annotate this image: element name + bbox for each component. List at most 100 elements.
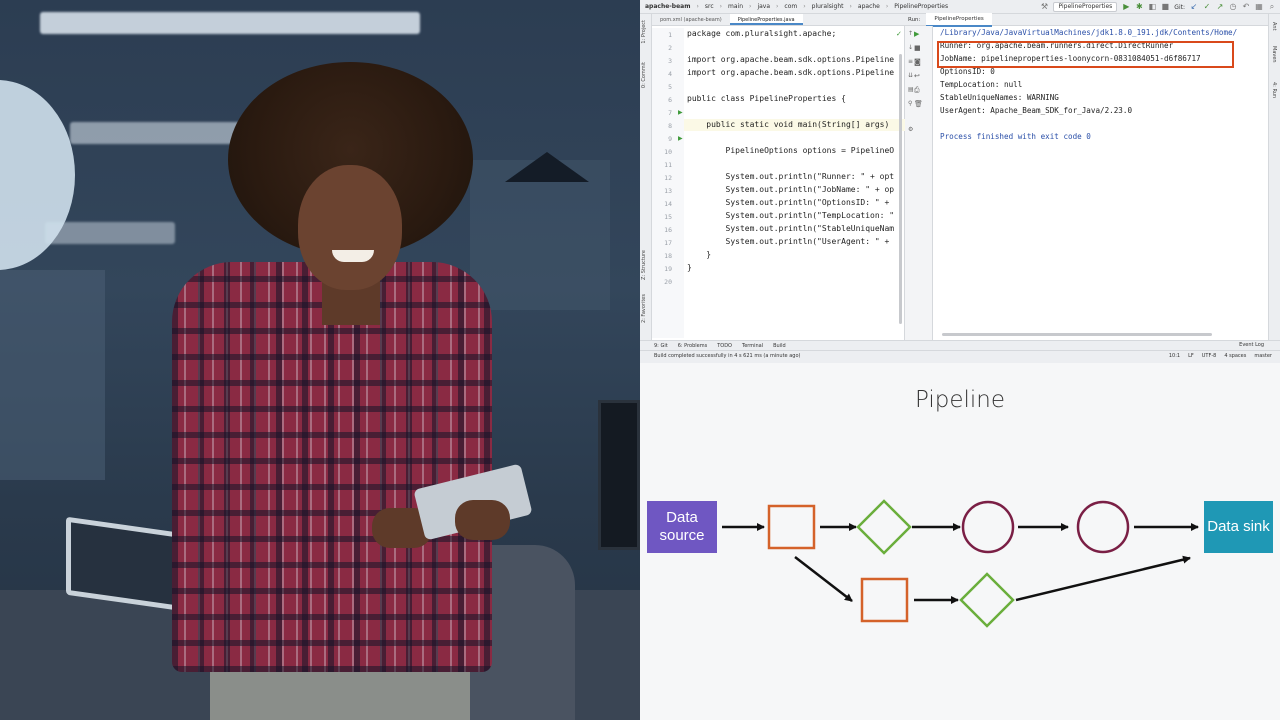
tab-todo[interactable]: TODO: [717, 343, 732, 349]
rerun-icon[interactable]: ▶: [914, 30, 919, 38]
code-line[interactable]: System.out.println("UserAgent: " +: [687, 237, 894, 246]
code-line[interactable]: System.out.println("TempLocation: ": [687, 211, 895, 220]
search-icon[interactable]: ⌕: [1268, 3, 1276, 11]
favorites-tool-tab[interactable]: 2: Favorites: [641, 294, 647, 323]
hand: [455, 500, 510, 540]
hammer-icon[interactable]: ⚒: [1040, 3, 1048, 11]
maven-tool-tab[interactable]: Maven: [1271, 46, 1277, 63]
debug-icon[interactable]: ✱: [1135, 3, 1143, 11]
run-gutter-icon[interactable]: ▶: [678, 109, 683, 116]
run-config-select[interactable]: PipelineProperties: [1053, 2, 1118, 12]
editor-scrollbar[interactable]: [899, 54, 902, 324]
filter-icon[interactable]: ≡: [908, 58, 913, 65]
tab-pom-xml[interactable]: pom.xml (apache-beam): [652, 14, 730, 25]
code-line[interactable]: public class PipelineProperties {: [687, 94, 846, 103]
face: [298, 165, 402, 290]
tab-build[interactable]: Build: [773, 343, 786, 349]
stop-icon[interactable]: ■: [914, 44, 921, 52]
breadcrumb-com[interactable]: com: [784, 3, 797, 10]
highlight-box: [937, 41, 1234, 68]
status-indicators: 10:1 LF UTF-8 4 spaces master: [1169, 353, 1272, 359]
console-line: TempLocation: null: [940, 80, 1023, 89]
commit-tool-tab[interactable]: 0: Commit: [641, 62, 647, 88]
code-area[interactable]: package com.pluralsight.apache; import or…: [687, 28, 902, 338]
git-push-icon[interactable]: ↗: [1216, 3, 1224, 11]
stop-icon[interactable]: ■: [1161, 3, 1170, 11]
file-encoding[interactable]: UTF-8: [1202, 353, 1217, 359]
coverage-icon[interactable]: ◧: [1148, 3, 1157, 11]
console-line: OptionsID: 0: [940, 67, 995, 76]
line-number: 13: [664, 187, 672, 195]
git-commit-icon[interactable]: ✓: [1203, 3, 1211, 11]
line-number: 19: [664, 265, 672, 273]
breadcrumb-main[interactable]: main: [728, 3, 743, 10]
console-line: StableUniqueNames: WARNING: [940, 93, 1059, 102]
chevron-right-icon: ›: [719, 3, 723, 10]
code-line[interactable]: package com.pluralsight.apache;: [687, 29, 836, 38]
git-update-icon[interactable]: ↙: [1190, 3, 1198, 11]
code-line[interactable]: System.out.println("StableUniqueNam: [687, 224, 895, 233]
breadcrumb-src[interactable]: src: [705, 3, 714, 10]
breadcrumb-project[interactable]: apache-beam: [645, 3, 690, 10]
arrow-up-icon[interactable]: ↑: [908, 30, 913, 37]
console-scrollbar[interactable]: [942, 333, 1212, 336]
code-line[interactable]: System.out.println("JobName: " + op: [687, 185, 895, 194]
console-output[interactable]: /Library/Java/JavaVirtualMachines/jdk1.8…: [940, 28, 1265, 328]
camera-icon[interactable]: ◙: [914, 58, 921, 66]
tab-pipeline-properties[interactable]: PipelineProperties.java: [729, 14, 803, 25]
breadcrumb-java[interactable]: java: [757, 3, 770, 10]
chevron-right-icon: ›: [696, 3, 699, 10]
scroll-end-icon[interactable]: ⇊: [908, 72, 913, 79]
chevron-right-icon: ›: [749, 3, 752, 10]
cursor-position[interactable]: 10:1: [1169, 353, 1180, 359]
project-tool-tab[interactable]: 1: Project: [641, 20, 647, 44]
breadcrumb-pluralsight[interactable]: pluralsight: [812, 3, 844, 10]
event-log-tab[interactable]: Event Log: [1239, 342, 1264, 348]
code-line[interactable]: public static void main(String[] args): [687, 120, 889, 129]
code-line[interactable]: PipelineOptions options = PipelineO: [687, 146, 895, 155]
git-branch[interactable]: master: [1254, 353, 1272, 359]
ant-tool-tab[interactable]: Ant: [1271, 22, 1277, 31]
trash-icon[interactable]: 🗑: [914, 100, 923, 108]
run-tool-tab[interactable]: 4: Run: [1271, 82, 1277, 98]
editor-tab-bar: pom.xml (apache-beam) PipelineProperties…: [652, 14, 905, 26]
run-gutter-icon[interactable]: ▶: [678, 135, 683, 142]
ceiling-light: [40, 12, 420, 34]
code-line[interactable]: System.out.println("Runner: " + opt: [687, 172, 895, 181]
soft-wrap-icon[interactable]: ↩: [914, 72, 920, 80]
code-editor[interactable]: pom.xml (apache-beam) PipelineProperties…: [652, 14, 905, 340]
pin-icon[interactable]: ⚲: [908, 100, 912, 107]
rollback-icon[interactable]: ↶: [1242, 3, 1250, 11]
toolbar-right: ⚒ PipelineProperties ▶ ✱ ◧ ■ Git: ↙ ✓ ↗ …: [1040, 2, 1276, 12]
layout-icon[interactable]: ▤: [908, 86, 914, 93]
indent-setting[interactable]: 4 spaces: [1224, 353, 1246, 359]
pipeline-graph: [722, 499, 1199, 628]
wrench-icon[interactable]: ⚙: [908, 126, 913, 133]
project-structure-icon[interactable]: ▦: [1255, 3, 1263, 11]
structure-tool-tab[interactable]: Z: Structure: [641, 250, 647, 280]
transform-diamond: [856, 499, 912, 555]
run-label: Run:: [908, 16, 921, 23]
run-icon[interactable]: ▶: [1122, 3, 1130, 11]
chevron-right-icon: ›: [803, 3, 806, 10]
history-icon[interactable]: ◷: [1229, 3, 1237, 11]
print-icon[interactable]: ⎙: [914, 86, 920, 95]
tab-problems[interactable]: 6: Problems: [678, 343, 708, 349]
breadcrumb-apache[interactable]: apache: [858, 3, 880, 10]
intellij-ide-window: apache-beam › src › main › java › com › plura…: [640, 0, 1280, 363]
code-line[interactable]: }: [687, 263, 692, 272]
code-line[interactable]: }: [687, 250, 711, 259]
tab-git[interactable]: 9: Git: [654, 343, 668, 349]
code-line[interactable]: import org.apache.beam.sdk.options.Pipel…: [687, 55, 894, 64]
console-line: Process finished with exit code 0: [940, 132, 1091, 141]
code-line[interactable]: System.out.println("OptionsID: " +: [687, 198, 894, 207]
arrow-down-icon[interactable]: ↓: [908, 44, 913, 51]
breadcrumb-class[interactable]: PipelineProperties: [894, 3, 948, 10]
status-bar: Build completed successfully in 4 s 621 …: [640, 350, 1280, 363]
line-separator[interactable]: LF: [1188, 353, 1194, 359]
run-tab-pipeline-properties[interactable]: PipelineProperties: [926, 12, 992, 27]
console-line: /Library/Java/JavaVirtualMachines/jdk1.8…: [940, 28, 1238, 37]
code-line[interactable]: import org.apache.beam.sdk.options.Pipel…: [687, 68, 894, 77]
tab-terminal[interactable]: Terminal: [742, 343, 763, 349]
window: [470, 160, 610, 310]
